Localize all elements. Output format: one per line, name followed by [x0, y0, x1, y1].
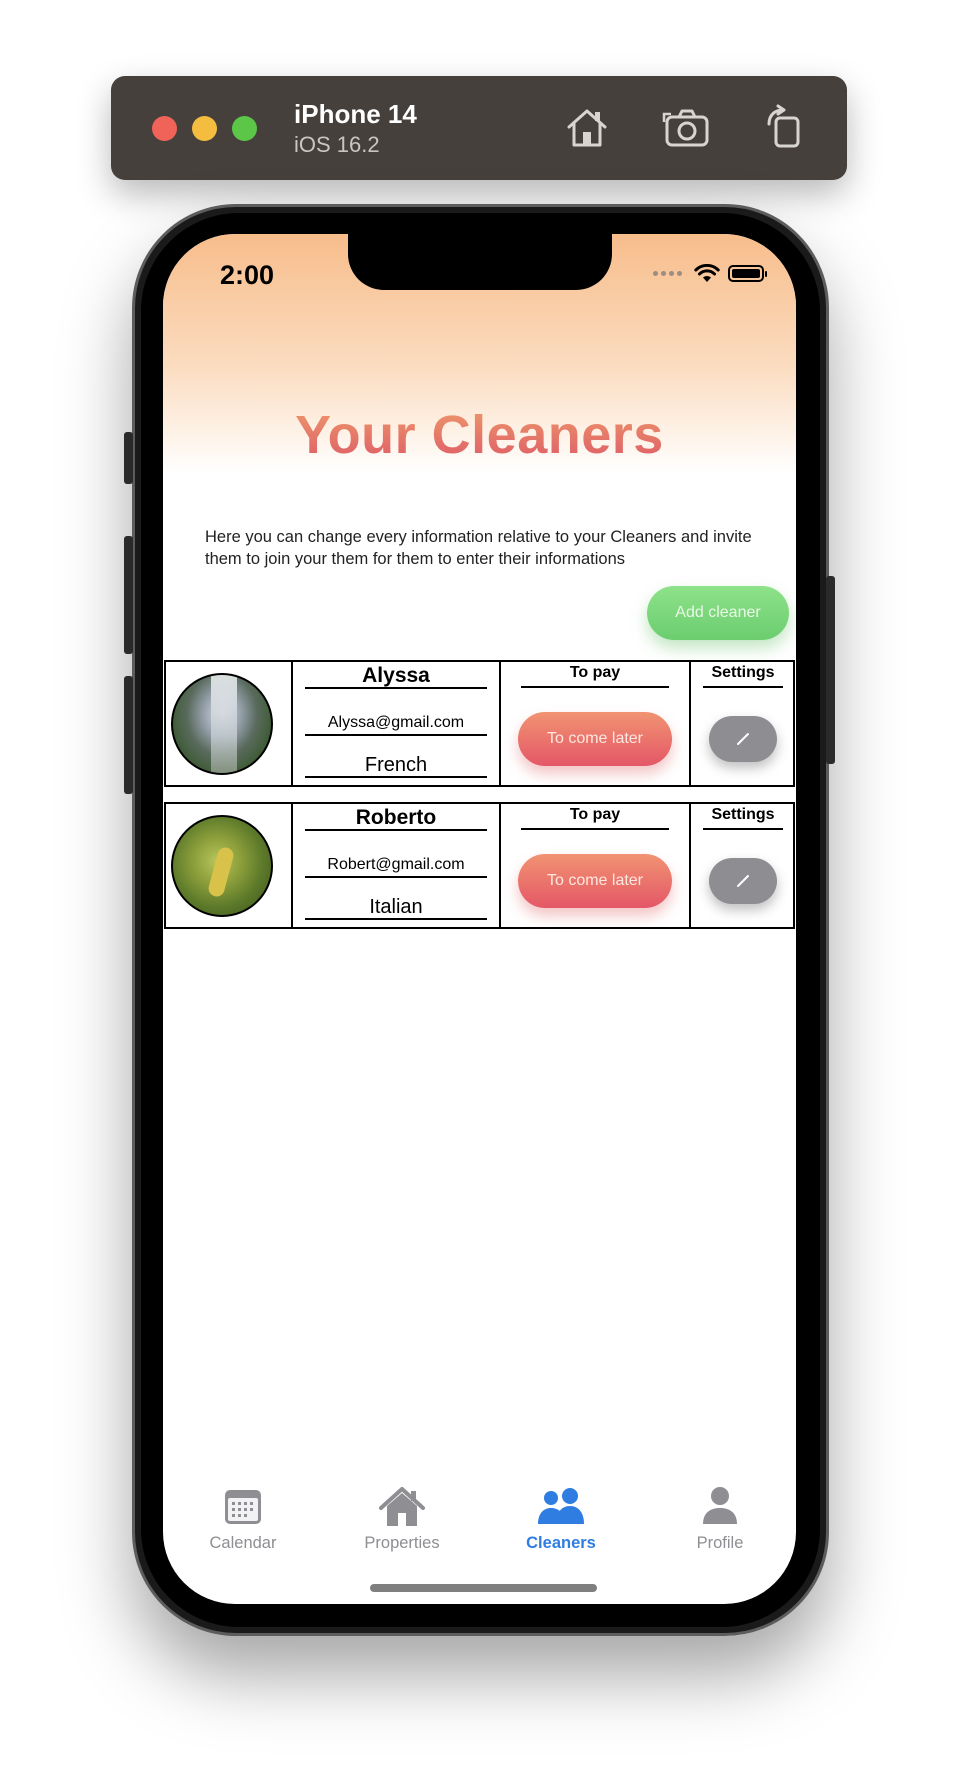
divider — [305, 876, 487, 878]
rotate-button[interactable] — [759, 102, 811, 154]
settings-header: Settings — [711, 664, 775, 681]
close-window-button[interactable] — [152, 116, 177, 141]
cleaner-language: Italian — [369, 896, 423, 918]
photo-cell — [166, 662, 291, 785]
tab-label: Calendar — [209, 1534, 277, 1552]
tab-properties[interactable]: Properties — [342, 1484, 462, 1553]
status-time: 2:00 — [220, 260, 275, 290]
home-button[interactable] — [561, 102, 613, 154]
device-name: iPhone 14 — [294, 99, 417, 129]
pay-cell: To pay To come later — [499, 804, 689, 927]
rotate-icon — [767, 104, 800, 148]
divider — [703, 828, 783, 830]
tab-calendar[interactable]: Calendar — [183, 1484, 303, 1553]
notch — [348, 234, 612, 290]
mute-switch — [124, 432, 133, 484]
signal-dots-icon — [653, 271, 682, 276]
divider — [521, 686, 669, 688]
info-cell: Alyssa Alyssa@gmail.com French — [291, 662, 499, 785]
camera-icon — [662, 109, 709, 147]
settings-header: Settings — [711, 806, 775, 823]
divider — [703, 686, 783, 688]
house-icon — [379, 1487, 425, 1526]
power-button — [826, 576, 835, 764]
to-pay-button[interactable]: To come later — [518, 854, 672, 908]
edit-cleaner-button[interactable] — [709, 716, 777, 762]
pencil-icon — [737, 875, 749, 887]
simulator-toolbar: iPhone 14 iOS 16.2 — [111, 76, 847, 180]
home-icon — [567, 109, 607, 147]
app-screen: 2:00 Your Cleaners Here you can change e… — [163, 234, 796, 1604]
tab-label: Profile — [696, 1534, 744, 1552]
settings-cell: Settings — [689, 804, 795, 927]
battery-icon — [728, 265, 767, 282]
tab-label: Properties — [364, 1534, 440, 1552]
cleaner-email: Robert@gmail.com — [327, 856, 465, 873]
volume-up-button — [124, 536, 133, 654]
os-version: iOS 16.2 — [294, 132, 380, 157]
divider — [305, 734, 487, 736]
page-title: Your Cleaners — [163, 404, 796, 466]
volume-down-button — [124, 676, 133, 794]
cleaner-language: French — [364, 754, 428, 776]
edit-cleaner-button[interactable] — [709, 858, 777, 904]
cleaner-avatar[interactable] — [171, 673, 273, 775]
to-pay-header: To pay — [569, 806, 621, 823]
divider — [305, 776, 487, 778]
divider — [305, 829, 487, 831]
tab-cleaners[interactable]: Cleaners — [501, 1484, 621, 1553]
person-icon — [703, 1487, 737, 1524]
add-cleaner-button[interactable]: Add cleaner — [647, 586, 789, 640]
cleaner-row: Roberto Robert@gmail.com Italian To pay … — [164, 802, 795, 929]
tab-label: Cleaners — [526, 1534, 596, 1552]
to-pay-button[interactable]: To come later — [518, 712, 672, 766]
cleaner-row: Alyssa Alyssa@gmail.com French To pay To… — [164, 660, 795, 787]
pay-cell: To pay To come later — [499, 662, 689, 785]
calendar-icon — [225, 1490, 261, 1524]
page-description: Here you can change every information re… — [205, 528, 752, 568]
to-pay-header: To pay — [569, 664, 621, 681]
divider — [305, 687, 487, 689]
settings-cell: Settings — [689, 662, 795, 785]
cleaner-name: Roberto — [355, 806, 437, 829]
tab-profile[interactable]: Profile — [660, 1484, 780, 1553]
wifi-icon — [694, 264, 720, 282]
screenshot-button[interactable] — [661, 102, 713, 154]
divider — [521, 828, 669, 830]
minimize-window-button[interactable] — [192, 116, 217, 141]
status-icons — [653, 264, 767, 283]
cleaner-email: Alyssa@gmail.com — [327, 714, 465, 731]
photo-cell — [166, 804, 291, 927]
divider — [305, 918, 487, 920]
info-cell: Roberto Robert@gmail.com Italian — [291, 804, 499, 927]
cleaner-name: Alyssa — [362, 664, 430, 687]
people-icon — [538, 1488, 584, 1524]
cleaner-avatar[interactable] — [171, 815, 273, 917]
zoom-window-button[interactable] — [232, 116, 257, 141]
home-indicator[interactable] — [370, 1584, 597, 1592]
pencil-icon — [737, 733, 749, 745]
